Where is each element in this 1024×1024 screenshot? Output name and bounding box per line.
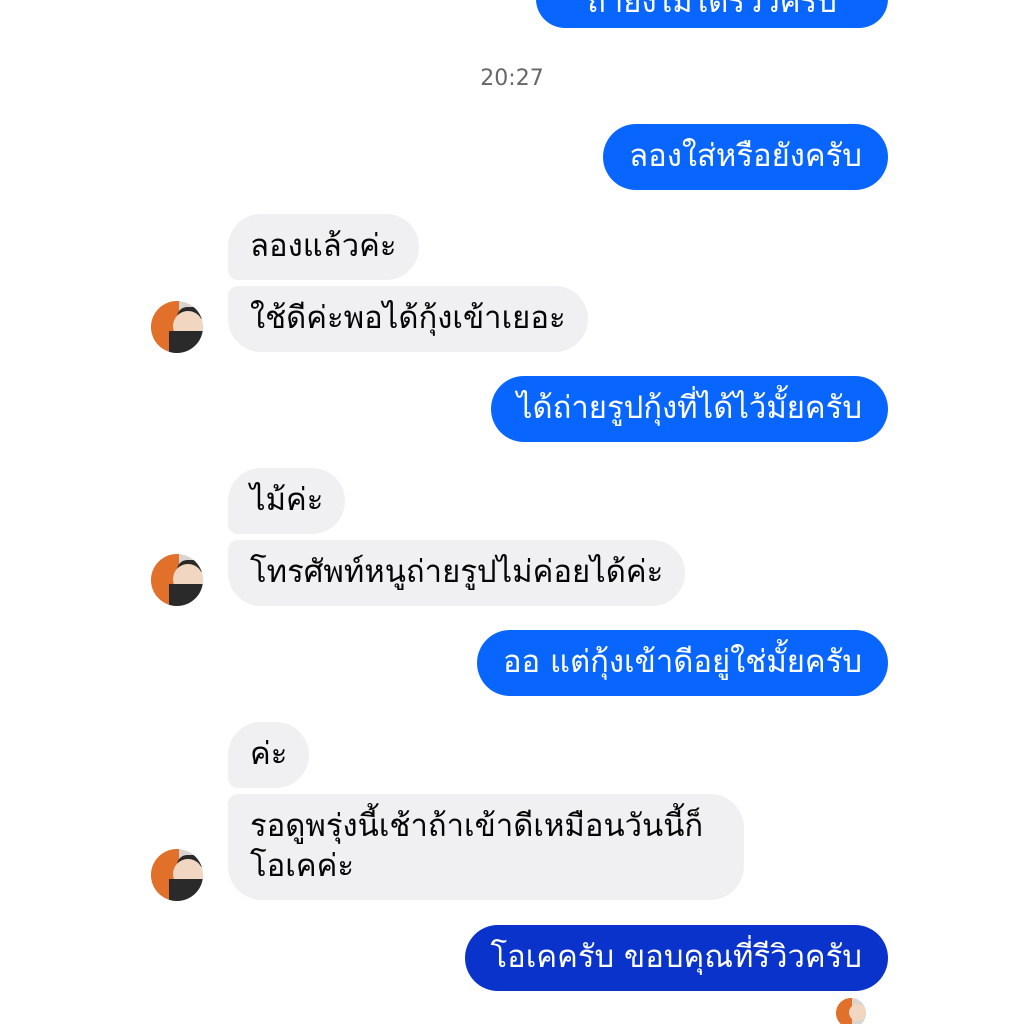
message-text: โอเคครับ ขอบคุณที่รีวิวครับ	[490, 939, 862, 975]
message-timestamp: 20:27	[480, 66, 544, 91]
contact-avatar-icon[interactable]	[151, 554, 203, 606]
message-text: ค่ะ	[250, 736, 288, 772]
message-text: โทรศัพท์หนูถ่ายรูปไม่ค่อยได้ค่ะ	[250, 554, 664, 590]
message-bubble-incoming[interactable]: ไม้ค่ะ	[228, 468, 346, 534]
message-text: ลองใส่หรือยังครับ	[629, 138, 862, 174]
message-bubble-outgoing-partial[interactable]: ถ้ายังไม่ได้รีวิวครับ	[536, 0, 888, 28]
message-bubble-incoming[interactable]: โทรศัพท์หนูถ่ายรูปไม่ค่อยได้ค่ะ	[228, 540, 686, 606]
message-bubble-incoming[interactable]: ค่ะ	[228, 722, 310, 788]
message-text: ได้ถ่ายรูปกุ้งที่ได้ไว้มั้ยครับ	[516, 390, 862, 426]
message-text: รอดูพรุ่งนี้เช้าถ้าเข้าดีเหมือนวันนี้ก็โ…	[250, 808, 704, 884]
message-bubble-outgoing[interactable]: ได้ถ่ายรูปกุ้งที่ได้ไว้มั้ยครับ	[490, 376, 888, 442]
message-bubble-outgoing[interactable]: ออ แต่กุ้งเข้าดีอยู่ใช่มั้ยครับ	[476, 630, 888, 696]
message-text: ถ้ายังไม่ได้รีวิวครับ	[587, 0, 837, 20]
contact-avatar-icon[interactable]	[151, 849, 203, 901]
contact-avatar-icon[interactable]	[151, 301, 203, 353]
message-bubble-incoming[interactable]: ใช้ดีค่ะพอได้กุ้งเข้าเยอะ	[228, 286, 588, 352]
message-text: ใช้ดีค่ะพอได้กุ้งเข้าเยอะ	[250, 300, 566, 336]
message-bubble-incoming[interactable]: ลองแล้วค่ะ	[228, 214, 419, 280]
message-bubble-outgoing[interactable]: ลองใส่หรือยังครับ	[603, 124, 888, 190]
seen-avatar-icon	[836, 998, 866, 1024]
chat-thread: ถ้ายังไม่ได้รีวิวครับ 20:27 ลองใส่หรือยั…	[0, 0, 1024, 1024]
message-bubble-incoming[interactable]: รอดูพรุ่งนี้เช้าถ้าเข้าดีเหมือนวันนี้ก็โ…	[228, 794, 744, 900]
message-bubble-outgoing[interactable]: โอเคครับ ขอบคุณที่รีวิวครับ	[464, 925, 888, 991]
message-text: ออ แต่กุ้งเข้าดีอยู่ใช่มั้ยครับ	[502, 644, 862, 680]
message-text: ไม้ค่ะ	[250, 482, 324, 518]
message-text: ลองแล้วค่ะ	[250, 228, 397, 264]
